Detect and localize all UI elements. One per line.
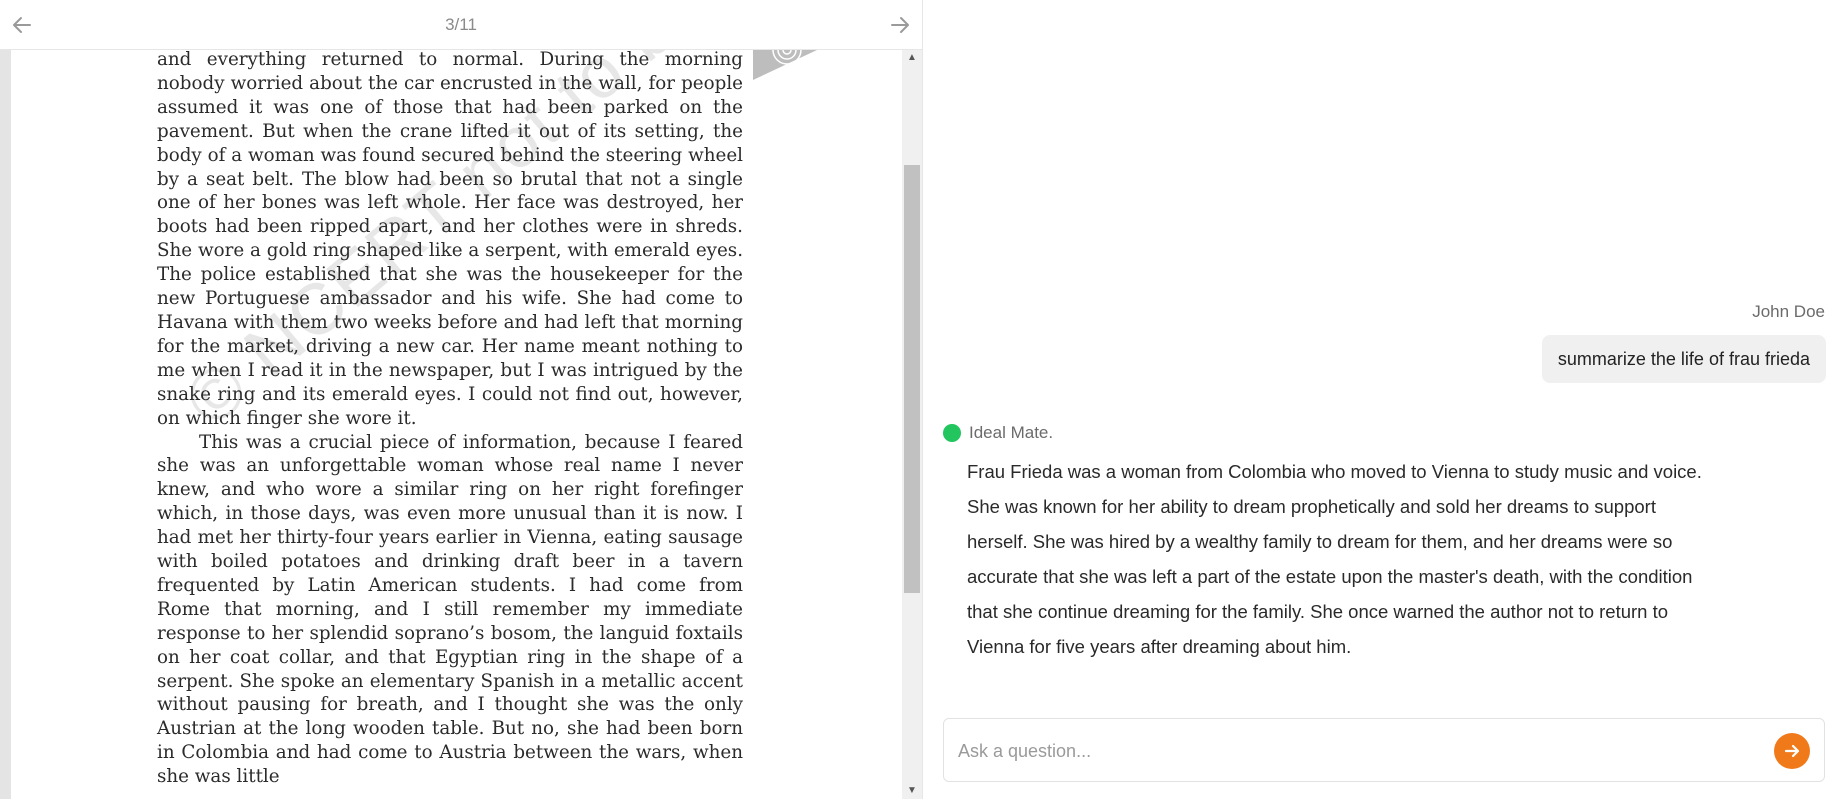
paragraph: and everything returned to normal. Durin… [157, 50, 743, 429]
bot-name: Ideal Mate. [969, 423, 1054, 442]
scroll-up-icon[interactable]: ▲ [902, 50, 922, 66]
arrow-right-icon [891, 17, 909, 33]
online-status-icon [943, 424, 961, 442]
chat-panel: John Doe summarize the life of frau frie… [923, 0, 1842, 799]
page-viewport[interactable]: © NCERT not to be republished and everyt… [0, 50, 902, 799]
user-message-bubble: summarize the life of frau frieda [1541, 335, 1826, 383]
scroll-down-icon[interactable]: ▼ [902, 783, 922, 799]
next-page-button[interactable] [887, 12, 913, 38]
page-indicator: 3/11 [445, 15, 477, 34]
question-input[interactable] [956, 732, 1760, 770]
arrow-right-icon [1784, 744, 1800, 758]
send-button[interactable] [1774, 733, 1810, 769]
reader-panel: 3/11 © NCERT not to be republished and e… [0, 0, 923, 799]
page-scrollbar[interactable]: ▲ ▼ [902, 50, 922, 799]
reader-toolbar: 3/11 [0, 0, 922, 50]
question-input-box [943, 718, 1825, 782]
page-text: and everything returned to normal. Durin… [157, 50, 743, 789]
corner-ornament-icon [753, 50, 817, 80]
scrollbar-thumb[interactable] [904, 165, 920, 593]
user-name: John Doe [1752, 302, 1825, 321]
bot-message: Frau Frieda was a woman from Colombia wh… [967, 461, 1702, 657]
paragraph: This was a crucial piece of information,… [157, 431, 743, 788]
page-gutter [0, 50, 11, 799]
